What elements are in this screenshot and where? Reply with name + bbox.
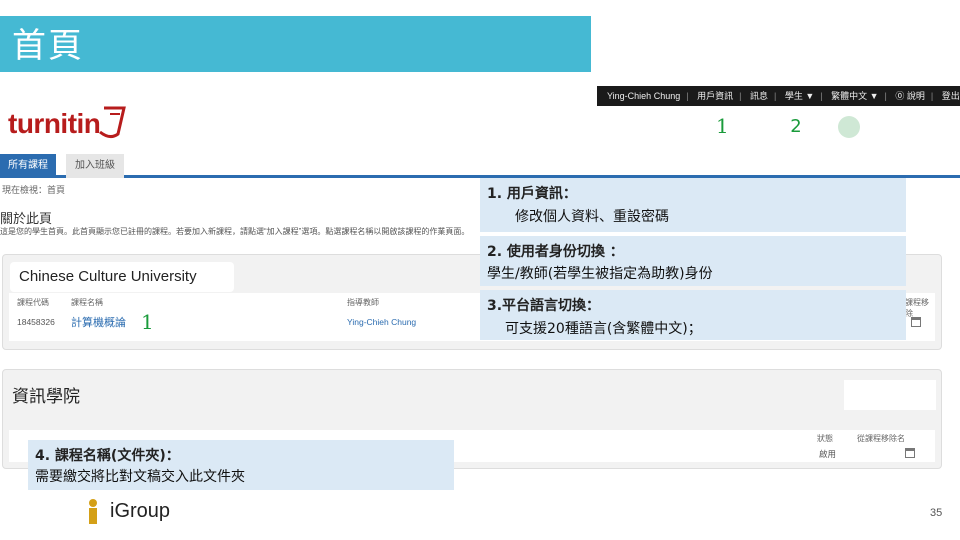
trash-icon[interactable]: [911, 317, 921, 327]
col-course-code: 課程代碼: [17, 298, 49, 307]
callout-body: 可支援20種語言(含繁體中文)；: [505, 321, 702, 337]
marker-user-info: 1: [716, 114, 729, 138]
callout-course-folder: 4. 課程名稱(文件夾)： 需要繳交將比對文稿交入此文件夾: [28, 440, 454, 490]
breadcrumb: 現在檢視：首頁: [2, 185, 66, 195]
callout-body: 需要繳交將比對文稿交入此文件夾: [35, 469, 245, 485]
tab-all-courses[interactable]: 所有課程: [0, 154, 56, 178]
col-teacher: 指導教師: [347, 298, 379, 307]
turnitin-logo-icon: [99, 106, 126, 139]
college-header-box: [844, 380, 936, 410]
course-teacher: Ying-Chieh Chung: [347, 317, 417, 327]
marker-role-switch: 2: [790, 116, 802, 137]
igroup-logo: iGroup: [110, 500, 171, 522]
nav-user-info[interactable]: 用戶資訊: [697, 91, 733, 101]
callout-title: 2. 使用者身份切換 ：: [487, 244, 624, 260]
page-number: 35: [930, 507, 943, 519]
callout-user-info: 1. 用戶資訊： 修改個人資料、重設密碼: [480, 178, 906, 232]
top-navigation-bar: Ying-Chieh Chung | 用戶資訊 | 訊息 | 學生 ▼ | 繁體中文 ▼…: [597, 86, 960, 106]
about-page-title: 關於此頁: [0, 212, 53, 227]
nav-help[interactable]: ⓪ 說明: [895, 91, 925, 101]
nav-language-switch[interactable]: 繁體中文 ▼: [831, 91, 878, 101]
trash-icon[interactable]: [905, 448, 915, 458]
tab-join-class[interactable]: 加入班級: [66, 154, 124, 178]
callout-body: 修改個人資料、重設密碼: [515, 209, 669, 225]
col-remove-from-course: 從課程移除名: [857, 434, 905, 443]
university-name: Chinese Culture University: [10, 262, 234, 292]
course-status: 啟用: [819, 449, 837, 459]
callout-language-switch: 3.平台語言切換： 可支援20種語言(含繁體中文)；: [480, 290, 906, 340]
college-name: 資訊學院: [12, 387, 80, 407]
callout-title: 1. 用戶資訊：: [487, 186, 577, 202]
slide-title: 首頁: [12, 26, 84, 66]
callout-title: 3.平台語言切換：: [487, 298, 601, 314]
callout-title: 4. 課程名稱(文件夾)：: [35, 448, 180, 464]
tab-bar: [0, 150, 960, 178]
course-code: 18458326: [17, 317, 55, 327]
col-course-name: 課程名稱: [71, 298, 103, 307]
callout-body: 學生/教師(若學生被指定為助教)身份: [487, 266, 713, 282]
callout-role-switch: 2. 使用者身份切換 ： 學生/教師(若學生被指定為助教)身份: [480, 236, 906, 286]
nav-role-switch[interactable]: 學生 ▼: [785, 91, 814, 101]
col-status: 狀態: [817, 434, 833, 443]
col-remove-course: 課程移除: [905, 298, 929, 318]
nav-logout[interactable]: 登出: [942, 91, 960, 101]
nav-user-name[interactable]: Ying-Chieh Chung: [607, 91, 680, 101]
marker-language-switch: [838, 116, 860, 138]
igroup-logo-icon: [89, 499, 97, 524]
turnitin-screenshot: Ying-Chieh Chung | 用戶資訊 | 訊息 | 學生 ▼ | 繁體中文 ▼…: [0, 86, 960, 492]
course-name-link[interactable]: 計算機概論: [71, 314, 126, 330]
slide-title-banner: [0, 16, 591, 72]
marker-course-name: 1: [141, 310, 154, 334]
turnitin-logo: turnitin: [8, 108, 101, 139]
nav-messages[interactable]: 訊息: [750, 91, 768, 101]
